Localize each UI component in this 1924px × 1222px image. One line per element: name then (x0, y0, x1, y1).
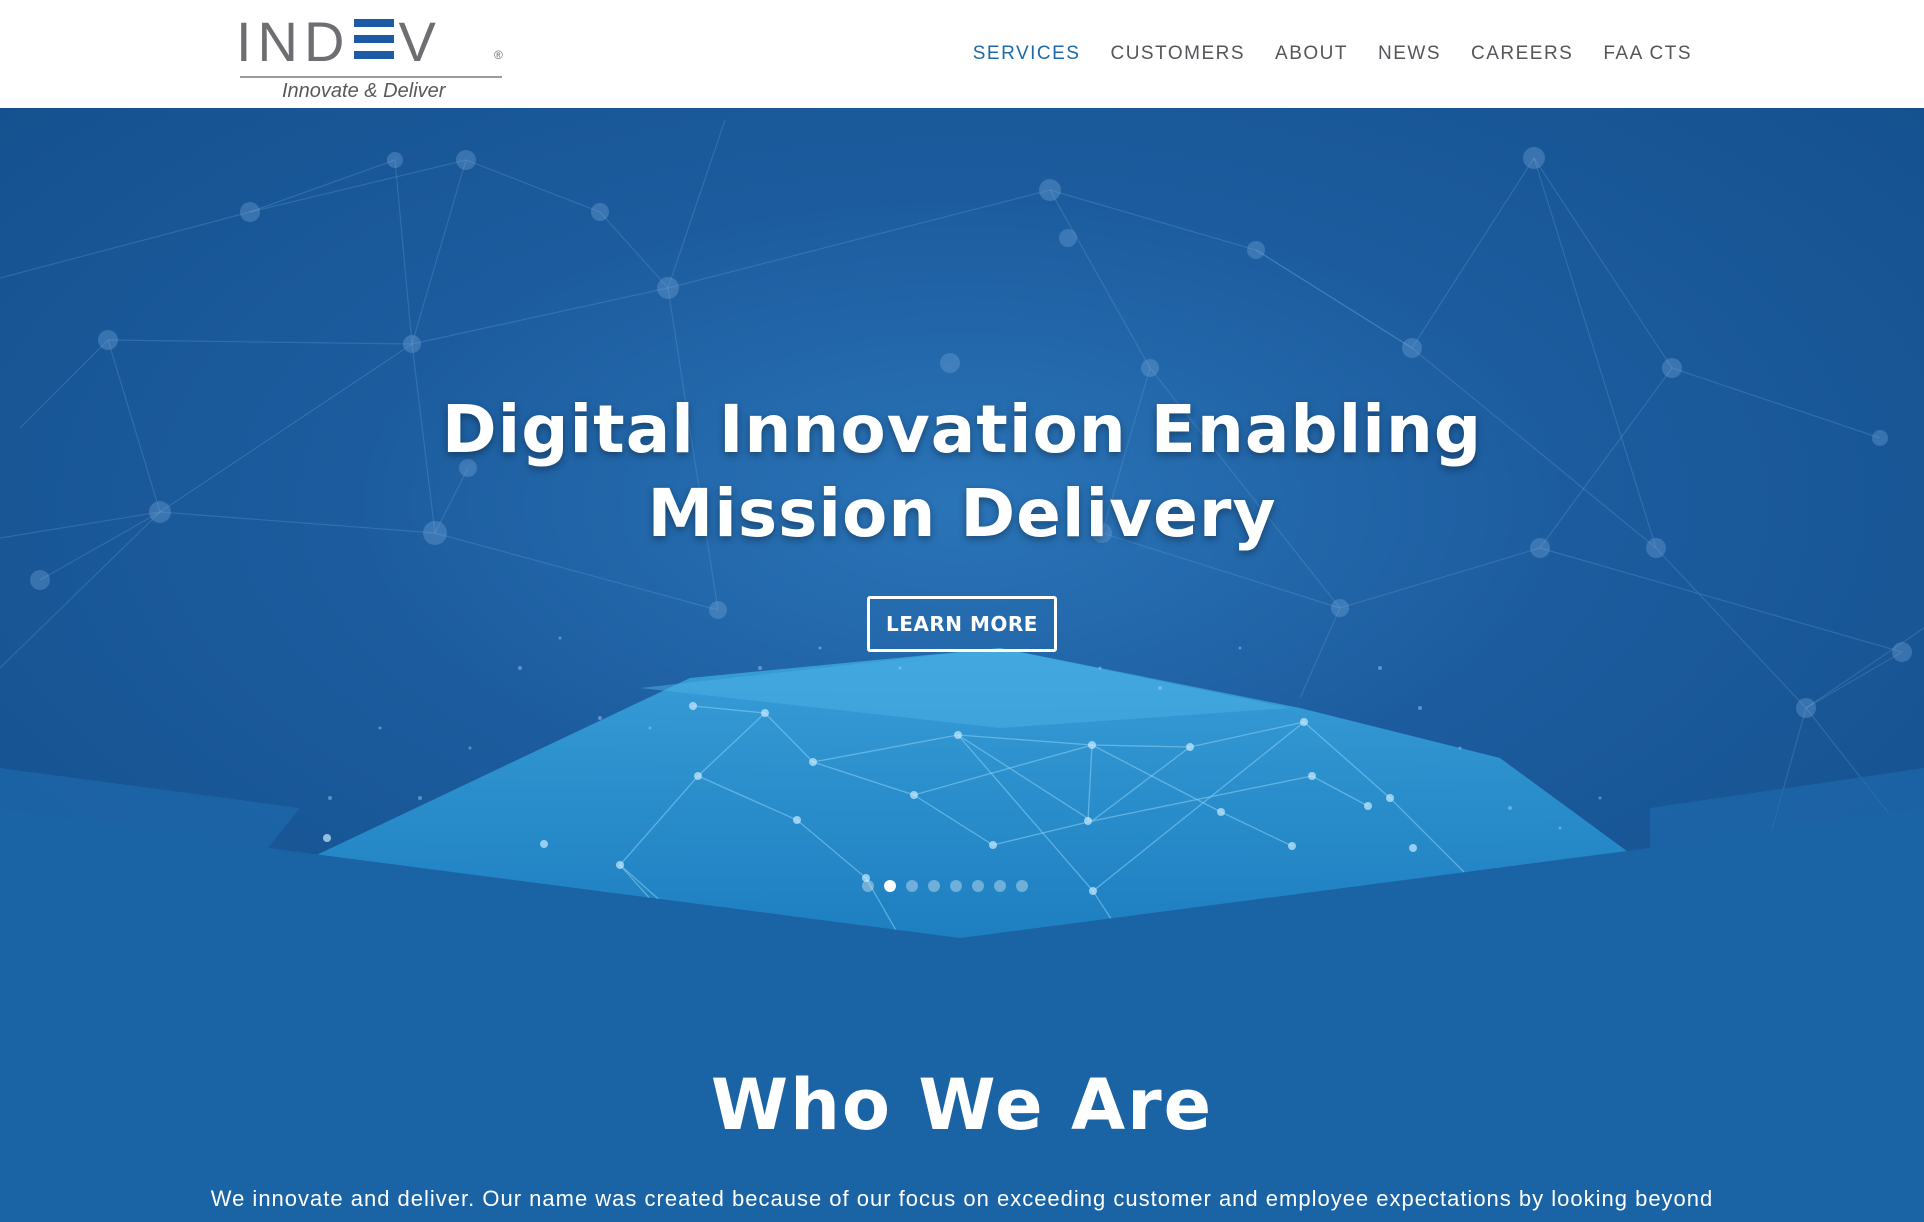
slide-dot-5[interactable] (950, 880, 962, 892)
hero-title-line-2: Mission Delivery (647, 475, 1277, 552)
slide-dot-4[interactable] (928, 880, 940, 892)
logo-tagline: Innovate & Deliver (282, 80, 446, 102)
slide-dot-2[interactable] (884, 880, 896, 892)
slide-dot-8[interactable] (1016, 880, 1028, 892)
logo-divider (240, 76, 502, 78)
nav-news[interactable]: NEWS (1378, 42, 1441, 66)
logo-e-mark (354, 19, 395, 59)
main-nav: SERVICES CUSTOMERS ABOUT NEWS CAREERS FA… (943, 42, 1692, 66)
nav-services[interactable]: SERVICES (973, 42, 1081, 66)
learn-more-button[interactable]: LEARN MORE (867, 596, 1057, 652)
indev-logo[interactable]: IND V ® Innovate & Deliver (236, 10, 506, 103)
slide-dot-7[interactable] (994, 880, 1006, 892)
logo-wordmark: IND V (236, 10, 442, 73)
nav-faa-cts[interactable]: FAA CTS (1603, 42, 1692, 66)
nav-customers[interactable]: CUSTOMERS (1110, 42, 1245, 66)
who-we-are-heading: Who We Are (710, 1064, 1214, 1146)
nav-careers[interactable]: CAREERS (1471, 42, 1573, 66)
slider-pagination (862, 880, 1028, 892)
who-we-are-text: We innovate and deliver. Our name was cr… (210, 1186, 1714, 1211)
slide-dot-1[interactable] (862, 880, 874, 892)
nav-about[interactable]: ABOUT (1275, 42, 1348, 66)
hero-title-line-1: Digital Innovation Enabling (441, 391, 1483, 468)
hero-slider: Digital Innovation Enabling Mission Deli… (0, 108, 1924, 988)
slide-dot-3[interactable] (906, 880, 918, 892)
logo-registered-mark: ® (494, 48, 503, 62)
hero-title: Digital Innovation Enabling Mission Deli… (0, 388, 1924, 556)
site-header: IND V ® Innovate & Deliver SERVICES CUSTO… (0, 0, 1924, 108)
slide-dot-6[interactable] (972, 880, 984, 892)
